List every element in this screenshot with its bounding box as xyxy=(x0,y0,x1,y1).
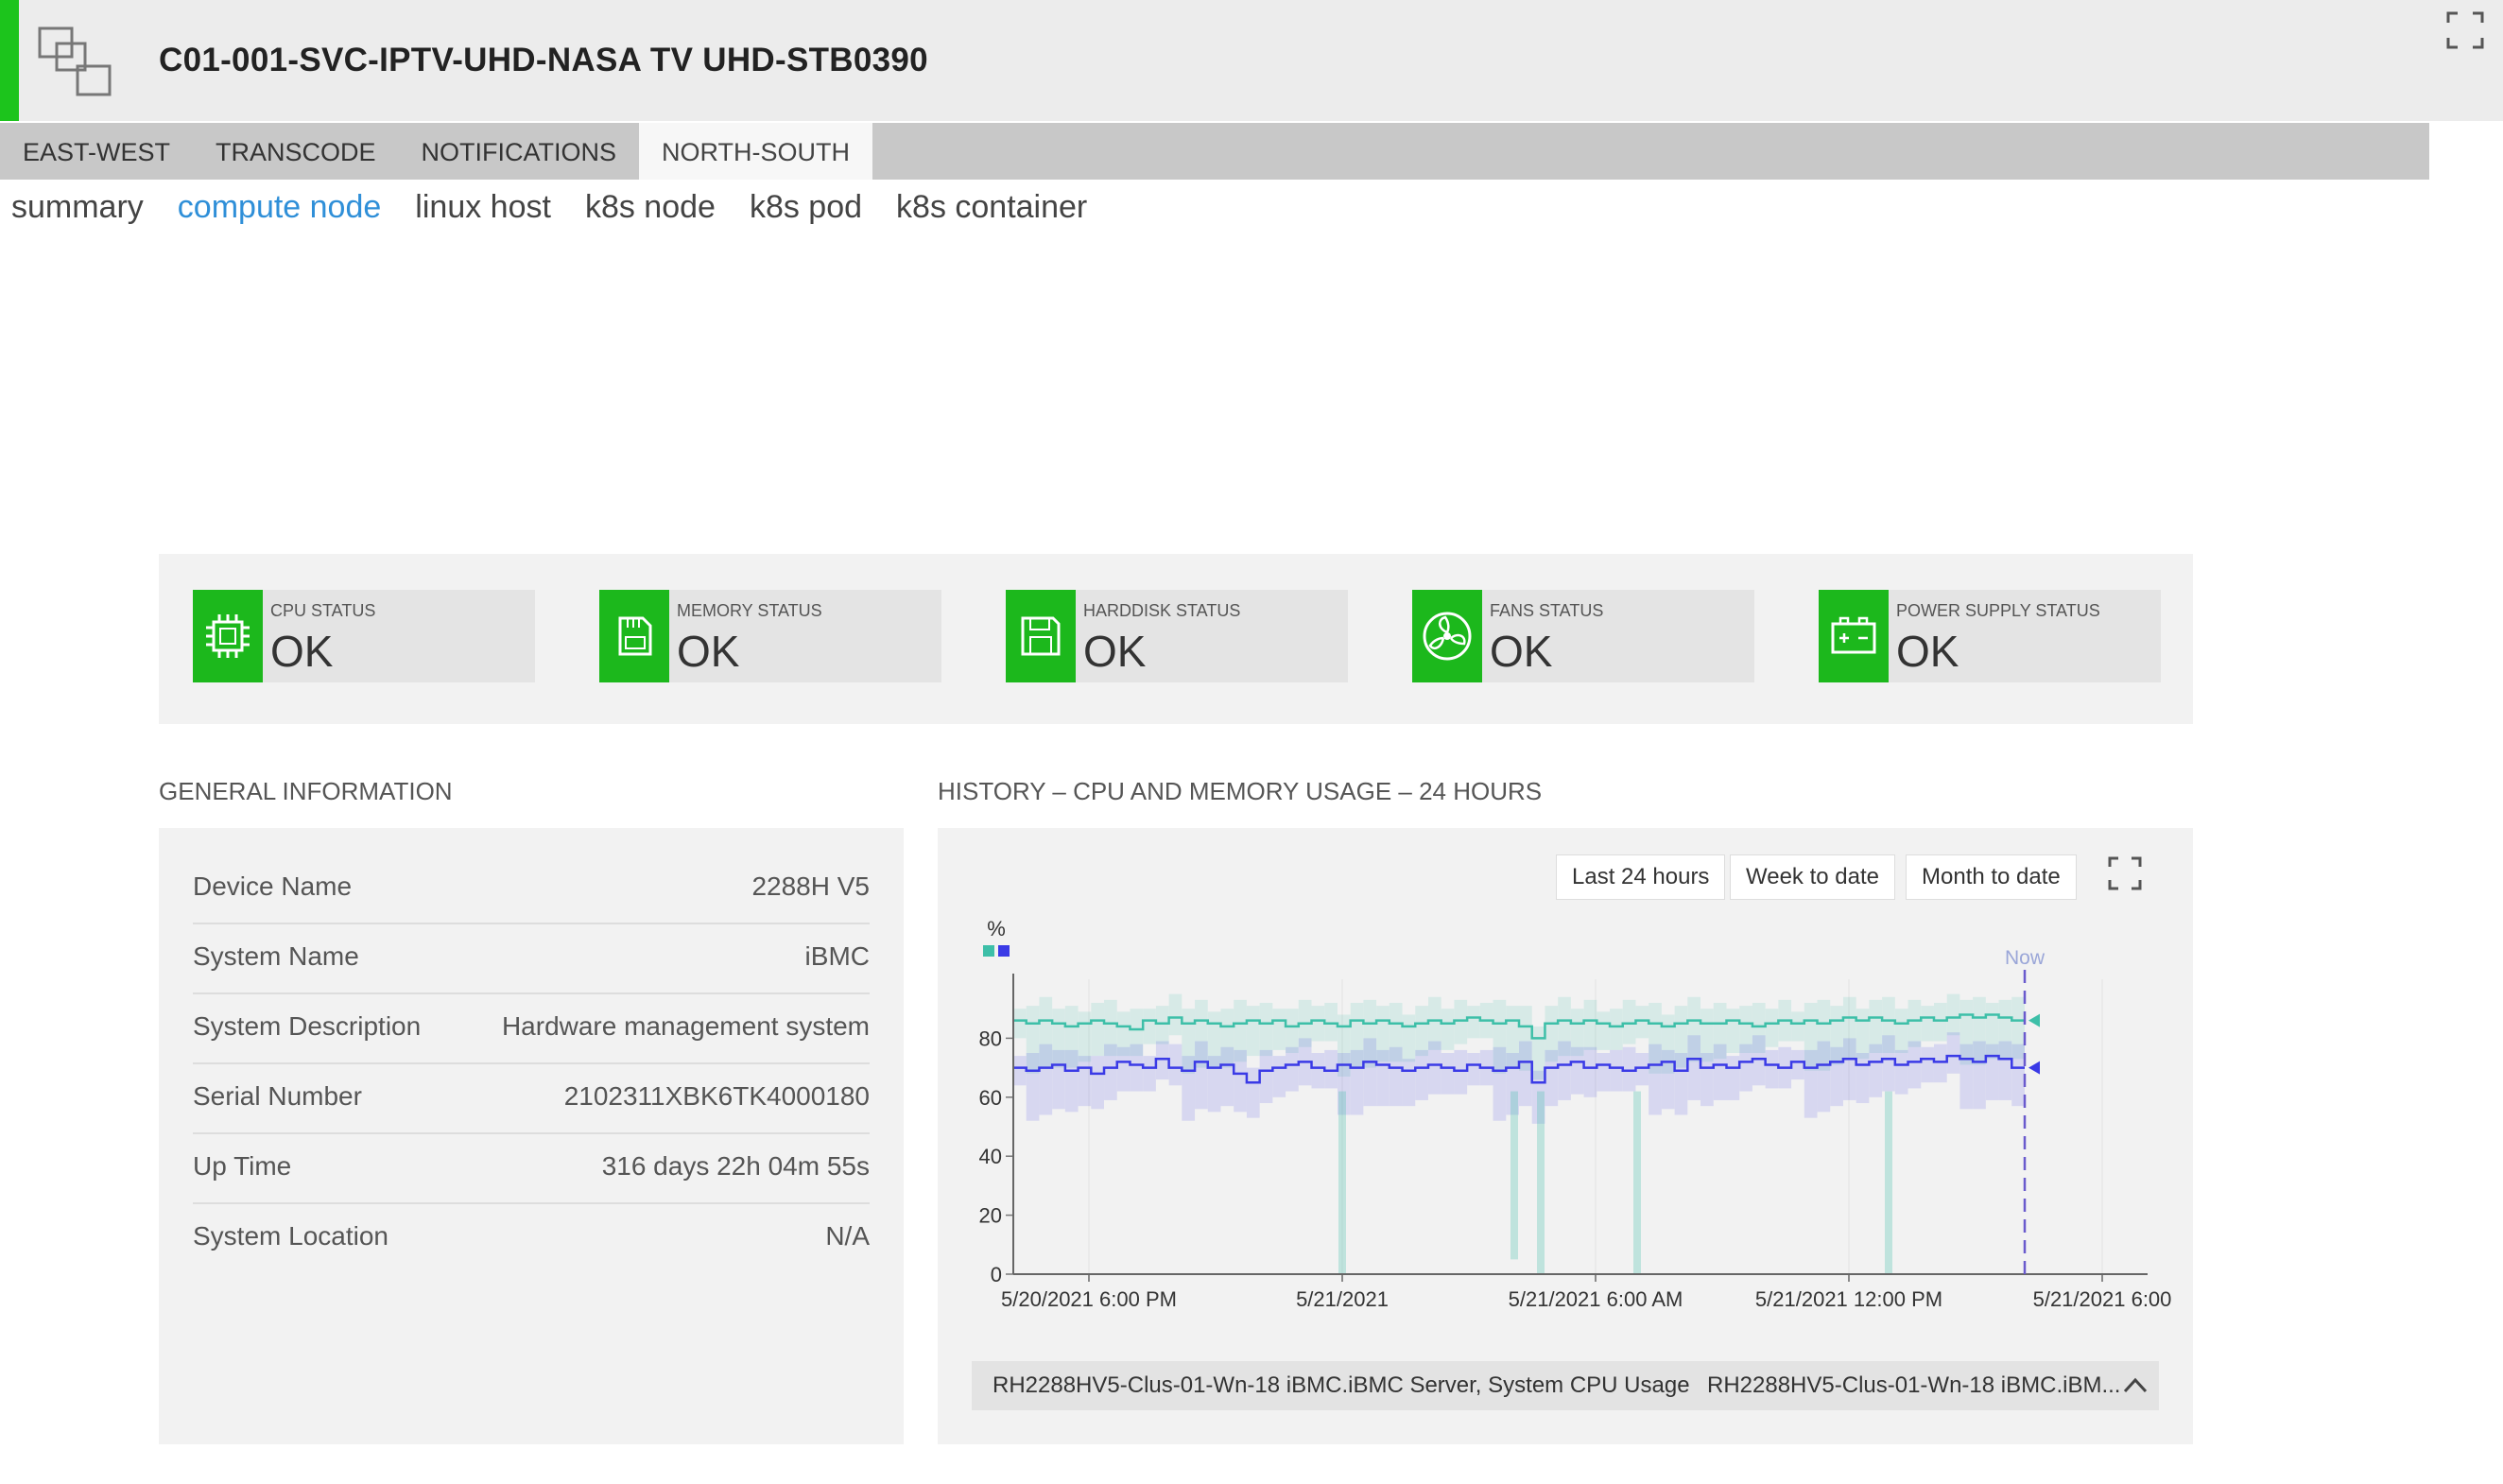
status-value: OK xyxy=(1083,627,1147,676)
tab-notifications[interactable]: NOTIFICATIONS xyxy=(399,123,640,180)
status-card-fans: FANS STATUS OK xyxy=(1412,590,1754,682)
fullscreen-icon[interactable] xyxy=(2444,9,2486,51)
status-label: MEMORY STATUS xyxy=(677,601,822,620)
subnav-k8s-container[interactable]: k8s container xyxy=(896,189,1087,226)
status-label: FANS STATUS xyxy=(1490,601,1604,620)
general-info-title: GENERAL INFORMATION xyxy=(159,777,453,805)
info-value: Hardware management system xyxy=(501,1011,870,1041)
status-card-harddisk: HARDDISK STATUS OK xyxy=(1006,590,1348,682)
general-info-panel: Device Name 2288H V5 System Name iBMC Sy… xyxy=(159,828,904,1444)
status-value: OK xyxy=(1896,627,1959,676)
tab-transcode[interactable]: TRANSCODE xyxy=(193,123,399,180)
status-card-memory: MEMORY STATUS OK xyxy=(599,590,941,682)
y-tick-label: 80 xyxy=(979,1027,1002,1050)
memory-end-marker xyxy=(2028,1061,2040,1075)
chart-fullscreen-icon[interactable] xyxy=(2106,854,2144,892)
subnav-summary[interactable]: summary xyxy=(11,189,144,226)
usage-dip-spike xyxy=(1633,1091,1641,1274)
status-panel: CPU STATUS OK MEMORY STATUS OK HARDDISK … xyxy=(159,554,2193,724)
header-accent-bar xyxy=(0,0,19,121)
y-axis-label: % xyxy=(987,917,1006,940)
y-tick-label: 0 xyxy=(991,1263,1002,1286)
now-label: Now xyxy=(2005,947,2046,969)
week-to-date-button[interactable]: Week to date xyxy=(1730,854,1895,900)
x-tick-label: 5/21/2021 6:00 AM xyxy=(1509,1287,1683,1311)
info-row-up-time: Up Time 316 days 22h 04m 55s xyxy=(193,1134,870,1204)
info-key: Serial Number xyxy=(193,1081,362,1111)
page-title: C01-001-SVC-IPTV-UHD-NASA TV UHD-STB0390 xyxy=(159,42,928,78)
x-tick-label: 5/21/2021 xyxy=(1296,1287,1389,1311)
chevron-up-icon[interactable] xyxy=(2121,1372,2149,1397)
info-value: N/A xyxy=(825,1221,870,1251)
info-row-serial-number: Serial Number 2102311XBK6TK4000180 xyxy=(193,1064,870,1134)
status-value: OK xyxy=(270,627,334,676)
memory-icon xyxy=(599,590,669,682)
tab-north-south[interactable]: NORTH-SOUTH xyxy=(639,123,873,180)
harddisk-icon xyxy=(1006,590,1076,682)
cpu-icon xyxy=(193,590,263,682)
topology-icon xyxy=(38,26,112,96)
last-24-hours-button[interactable]: Last 24 hours xyxy=(1556,854,1726,900)
info-key: Up Time xyxy=(193,1151,292,1181)
info-key: Device Name xyxy=(193,871,353,901)
cpu-end-marker xyxy=(2028,1013,2040,1027)
fan-icon xyxy=(1412,590,1482,682)
info-row-system-name: System Name iBMC xyxy=(193,924,870,994)
status-value: OK xyxy=(1490,627,1553,676)
y-tick-label: 40 xyxy=(979,1145,1002,1168)
month-to-date-button[interactable]: Month to date xyxy=(1906,854,2077,900)
usage-dip-spike xyxy=(1885,1091,1892,1274)
y-tick-label: 20 xyxy=(979,1204,1002,1228)
chart-legend: RH2288HV5-Clus-01-Wn-18 iBMC.iBMC Server… xyxy=(972,1361,2159,1410)
x-tick-label: 5/21/2021 12:00 PM xyxy=(1755,1287,1942,1311)
legend-swatch-memory xyxy=(998,945,1010,957)
subnav-k8s-pod[interactable]: k8s pod xyxy=(750,189,862,226)
legend-swatch-cpu xyxy=(983,945,994,957)
legend-item-memory[interactable]: RH2288HV5-Clus-01-Wn-18 iBMC.iBM... xyxy=(1707,1372,2120,1399)
info-value: iBMC xyxy=(804,941,870,971)
info-key: System Description xyxy=(193,1011,422,1041)
info-value: 2288H V5 xyxy=(751,871,870,901)
info-row-device-name: Device Name 2288H V5 xyxy=(193,854,870,924)
status-card-cpu: CPU STATUS OK xyxy=(193,590,535,682)
x-tick-label: 5/21/2021 6:00 xyxy=(2033,1287,2172,1311)
subnav-compute-node[interactable]: compute node xyxy=(178,189,382,226)
info-key: System Location xyxy=(193,1221,388,1251)
status-card-power-supply: POWER SUPPLY STATUS OK xyxy=(1819,590,2161,682)
info-row-system-location: System Location N/A xyxy=(193,1204,870,1272)
subnav-k8s-node[interactable]: k8s node xyxy=(585,189,716,226)
power-supply-icon xyxy=(1819,590,1889,682)
tab-east-west[interactable]: EAST-WEST xyxy=(0,123,193,180)
history-panel: Last 24 hours Week to date Month to date… xyxy=(938,828,2193,1444)
info-value: 2102311XBK6TK4000180 xyxy=(563,1081,870,1111)
usage-dip-spike xyxy=(1510,1091,1518,1260)
history-title: HISTORY – CPU AND MEMORY USAGE – 24 HOUR… xyxy=(938,777,1543,805)
subnav-linux-host[interactable]: linux host xyxy=(415,189,551,226)
memory-range-band xyxy=(1013,1032,2025,1124)
status-label: POWER SUPPLY STATUS xyxy=(1896,601,2100,620)
info-key: System Name xyxy=(193,941,359,971)
usage-dip-spike xyxy=(1338,1091,1346,1274)
x-tick-label: 5/20/2021 6:00 PM xyxy=(1001,1287,1177,1311)
sub-navigation: summary compute node linux host k8s node… xyxy=(11,189,1121,226)
status-label: CPU STATUS xyxy=(270,601,376,620)
status-label: HARDDISK STATUS xyxy=(1083,601,1241,620)
y-tick-label: 60 xyxy=(979,1086,1002,1110)
app-header: C01-001-SVC-IPTV-UHD-NASA TV UHD-STB0390 xyxy=(0,0,2503,121)
usage-dip-spike xyxy=(1537,1091,1545,1274)
status-value: OK xyxy=(677,627,740,676)
legend-item-cpu[interactable]: RH2288HV5-Clus-01-Wn-18 iBMC.iBMC Server… xyxy=(993,1372,1690,1399)
main-tabs: EAST-WEST TRANSCODE NOTIFICATIONS NORTH-… xyxy=(0,123,2429,180)
usage-chart: 0 20 40 60 80% Now 5/20/2021 6:00 PM 5/21/2021 5… xyxy=(979,917,2172,1311)
info-value: 316 days 22h 04m 55s xyxy=(601,1151,870,1181)
info-row-system-description: System Description Hardware management s… xyxy=(193,994,870,1064)
